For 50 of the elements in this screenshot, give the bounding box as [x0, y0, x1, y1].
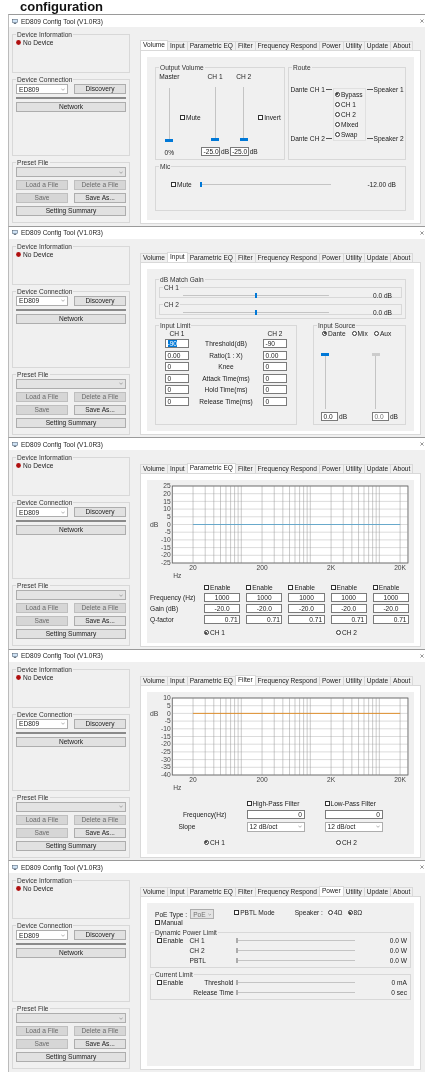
- slider-thumb[interactable]: [235, 958, 238, 964]
- slider[interactable]: [235, 958, 355, 964]
- caret-icon: [119, 382, 123, 386]
- status-dot-icon: [16, 674, 21, 680]
- slider-thumb[interactable]: [211, 137, 220, 141]
- caret-icon: [61, 722, 65, 726]
- preset-dropdown[interactable]: [16, 167, 126, 177]
- caret-icon: [119, 170, 123, 174]
- caret-icon: [61, 933, 65, 937]
- caret-icon: [119, 1016, 123, 1020]
- monitor-icon: [12, 230, 18, 236]
- caret-icon: [61, 510, 65, 514]
- close-icon[interactable]: [420, 865, 424, 870]
- slider-thumb[interactable]: [235, 948, 238, 954]
- preset-dropdown[interactable]: [16, 590, 126, 601]
- slider-thumb[interactable]: [165, 138, 174, 142]
- preset-dropdown[interactable]: [16, 801, 126, 812]
- slider[interactable]: [235, 948, 355, 954]
- slider-thumb[interactable]: [235, 938, 238, 944]
- preset-dropdown[interactable]: [16, 1013, 126, 1024]
- slider-thumb[interactable]: [235, 990, 238, 996]
- monitor-icon: [12, 441, 18, 447]
- status-dot-icon: [16, 40, 21, 45]
- page-heading: configuration: [19, 0, 105, 14]
- preset-dropdown[interactable]: [16, 378, 126, 389]
- slider-thumb[interactable]: [254, 292, 257, 298]
- caret-icon: [119, 593, 123, 597]
- slider[interactable]: [199, 182, 332, 187]
- status-dot-icon: [16, 251, 21, 257]
- caret-icon: [61, 87, 65, 91]
- slider-thumb[interactable]: [235, 980, 238, 986]
- slider[interactable]: [235, 990, 355, 996]
- close-icon[interactable]: [420, 653, 424, 658]
- monitor-icon: [12, 864, 18, 870]
- slider-thumb[interactable]: [239, 137, 248, 141]
- slider[interactable]: [321, 353, 329, 410]
- slider-thumb[interactable]: [199, 182, 202, 187]
- slider-thumb[interactable]: [254, 309, 257, 315]
- slider-thumb[interactable]: [321, 353, 329, 357]
- status-dot-icon: [16, 463, 21, 469]
- slider[interactable]: [235, 938, 355, 944]
- status-dot-icon: [16, 886, 21, 892]
- close-icon[interactable]: [420, 19, 424, 23]
- close-icon[interactable]: [420, 442, 424, 447]
- close-icon[interactable]: [420, 230, 424, 235]
- slider[interactable]: [235, 980, 355, 986]
- monitor-icon: [12, 18, 18, 24]
- caret-icon: [61, 299, 65, 303]
- caret-icon: [119, 805, 123, 809]
- monitor-icon: [12, 653, 18, 659]
